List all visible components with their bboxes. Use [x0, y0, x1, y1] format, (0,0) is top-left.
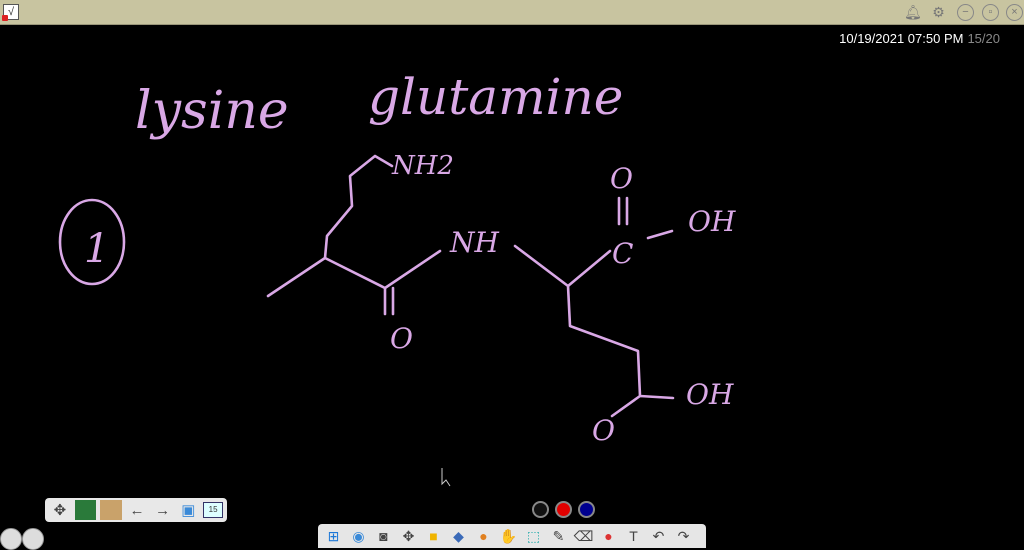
arrow-right-icon[interactable]: →: [152, 500, 174, 520]
color-black[interactable]: [532, 501, 549, 518]
whiteboard-canvas[interactable]: lysine glutamine 1 NH2 O NH O C OH O OH: [0, 26, 1024, 496]
hand-icon[interactable]: ✋: [497, 526, 520, 546]
eraser-icon[interactable]: ⌫: [572, 526, 595, 546]
close-icon[interactable]: ×: [1006, 4, 1023, 21]
main-toolbar: ⊞ ◉ ◙ ✥ ■ ◆ ● ✋ ⬚ ✎ ⌫ ● T ↶ ↷: [318, 524, 706, 548]
clipboard-icon[interactable]: [100, 500, 123, 520]
acid-bonds: [617, 196, 674, 240]
o-label-2: O: [610, 162, 633, 195]
restore-icon[interactable]: ▫: [982, 4, 999, 21]
o-label-1: O: [390, 322, 413, 355]
mouse-cursor: [441, 468, 451, 487]
app-icon[interactable]: √: [2, 4, 19, 21]
c-label: C: [612, 237, 633, 270]
text-icon[interactable]: T: [622, 526, 645, 546]
color-blue[interactable]: [578, 501, 595, 518]
arrow-left-icon[interactable]: ←: [126, 500, 148, 520]
windows-icon[interactable]: ⊞: [322, 526, 345, 546]
bell-icon[interactable]: 🔔︎: [904, 4, 922, 21]
select-icon[interactable]: ⬚: [522, 526, 545, 546]
backbone-right: [513, 244, 675, 418]
oh-label-2: OH: [686, 378, 734, 411]
nh2-label: NH2: [391, 151, 454, 181]
move-icon[interactable]: ✥: [397, 526, 420, 546]
title-bar: √ 🔔︎ ⚙ − ▫ ×: [0, 0, 1024, 25]
carbonyl-bond: [383, 286, 395, 316]
people-icon[interactable]: ◉: [347, 526, 370, 546]
number-label: 1: [84, 226, 109, 272]
pen-icon[interactable]: ✎: [547, 526, 570, 546]
page-badge[interactable]: 15: [203, 502, 223, 518]
o-label-3: O: [592, 414, 615, 447]
word-glutamine: glutamine: [368, 68, 623, 126]
backbone-left: [266, 249, 442, 298]
image-icon[interactable]: [0, 528, 22, 550]
nh-label: NH: [449, 226, 500, 259]
side-chain-lysine: [323, 154, 394, 260]
navigation-toolbar: ✥ ← → ▣ 15: [45, 498, 227, 522]
oh-label-1: OH: [688, 205, 736, 238]
screenshot-icon[interactable]: ◙: [372, 526, 395, 546]
box-icon[interactable]: ◆: [447, 526, 470, 546]
gear-icon[interactable]: ⚙: [930, 4, 947, 21]
folder-icon[interactable]: ■: [422, 526, 445, 546]
shapes-icon[interactable]: ●: [597, 526, 620, 546]
word-lysine: lysine: [135, 81, 289, 141]
move-icon[interactable]: ✥: [49, 500, 71, 520]
gallery-icon[interactable]: [22, 528, 44, 550]
undo-icon[interactable]: ↶: [647, 526, 670, 546]
color-red[interactable]: [555, 501, 572, 518]
redo-icon[interactable]: ↷: [672, 526, 695, 546]
browser-icon[interactable]: ●: [472, 526, 495, 546]
add-page-icon[interactable]: ▣: [178, 500, 200, 520]
board-icon[interactable]: [74, 500, 97, 520]
minimize-icon[interactable]: −: [957, 4, 974, 21]
